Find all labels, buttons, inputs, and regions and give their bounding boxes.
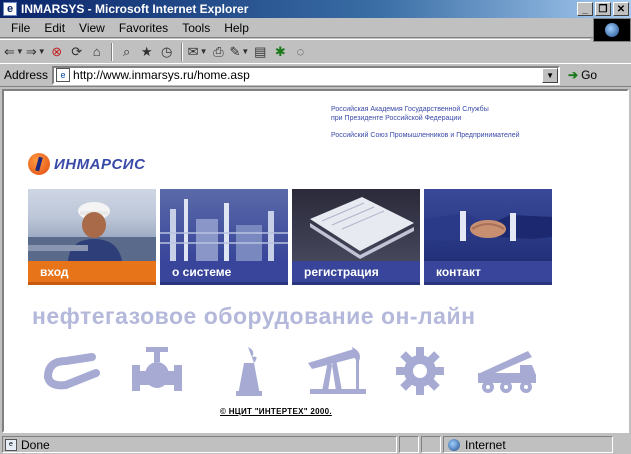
tile-contact[interactable]: контакт bbox=[424, 189, 552, 285]
menu-tools[interactable]: Tools bbox=[175, 21, 217, 35]
history-button[interactable]: ◷ bbox=[158, 42, 176, 62]
org-line-2: при Президенте Российской Федерации bbox=[331, 115, 462, 122]
security-zone: Internet bbox=[443, 436, 613, 453]
menu-file[interactable]: File bbox=[4, 21, 37, 35]
search-button[interactable]: ⌕ bbox=[118, 42, 136, 62]
pumpjack-icon bbox=[308, 347, 366, 394]
print-icon: ⎙ bbox=[213, 43, 224, 59]
site-logo[interactable]: ИНМАРСИС bbox=[28, 153, 145, 175]
home-icon: ⌂ bbox=[92, 44, 101, 59]
speech-bubble-icon: ◌ bbox=[296, 44, 305, 59]
messenger-button[interactable]: ✱ bbox=[271, 42, 289, 62]
forward-icon: ⇒ bbox=[25, 43, 37, 59]
search-icon: ⌕ bbox=[123, 43, 131, 59]
stop-icon: ⊗ bbox=[51, 43, 63, 59]
worker-photo bbox=[28, 189, 156, 261]
standard-toolbar: ⇐ ▼ ⇒ ▼ ⊗ ⟳ ⌂ ⌕ ★ ◷ ✉ ▼ ⎙ ✎ ▼ ▤ ✱ ◌ bbox=[0, 39, 590, 63]
org-line-1: Российская Академия Государственной Служ… bbox=[331, 106, 489, 113]
tile-about[interactable]: о системе bbox=[160, 189, 288, 285]
ie-icon: e bbox=[3, 2, 17, 16]
page-done-icon: e bbox=[5, 438, 17, 451]
menu-edit[interactable]: Edit bbox=[37, 21, 72, 35]
tile-about-label: о системе bbox=[160, 261, 288, 285]
handshake-photo bbox=[424, 189, 552, 261]
address-url[interactable]: http://www.inmarsys.ru/home.asp bbox=[73, 68, 542, 82]
nav-tiles: вход о системе регистрация контакт bbox=[28, 189, 555, 285]
tile-register[interactable]: регистрация bbox=[292, 189, 420, 285]
logo-mark-icon bbox=[28, 153, 50, 175]
toolbar-separator bbox=[110, 42, 113, 61]
mail-icon: ✉ bbox=[187, 43, 199, 59]
windows-logo-icon bbox=[605, 23, 619, 37]
address-bar: Address e http://www.inmarsys.ru/home.as… bbox=[0, 63, 631, 87]
history-icon: ◷ bbox=[160, 43, 173, 59]
tile-login[interactable]: вход bbox=[28, 189, 156, 285]
menu-view[interactable]: View bbox=[72, 21, 112, 35]
flare-stack-icon bbox=[236, 347, 262, 396]
edit-button[interactable]: ✎ ▼ bbox=[229, 42, 249, 62]
menu-favorites[interactable]: Favorites bbox=[112, 21, 175, 35]
window-title: INMARSYS - Microsoft Internet Explorer bbox=[21, 2, 249, 16]
page-icon: e bbox=[56, 68, 71, 82]
mail-button[interactable]: ✉ ▼ bbox=[188, 42, 208, 62]
discuss-icon: ▤ bbox=[254, 43, 267, 59]
status-main: e Done bbox=[2, 436, 397, 453]
status-cell bbox=[421, 436, 441, 453]
logo-text: ИНМАРСИС bbox=[54, 155, 146, 173]
print-button[interactable]: ⎙ bbox=[209, 42, 227, 62]
address-input[interactable]: e http://www.inmarsys.ru/home.asp ▼ bbox=[52, 65, 561, 85]
page-viewport[interactable]: Российская Академия Государственной Служ… bbox=[2, 89, 629, 433]
gear-icon bbox=[396, 347, 444, 395]
toolbar-separator bbox=[180, 42, 183, 61]
valve-icon bbox=[132, 347, 182, 391]
refresh-button[interactable]: ⟳ bbox=[68, 42, 86, 62]
messenger-icon: ✱ bbox=[274, 43, 286, 59]
title-bar: e INMARSYS - Microsoft Internet Explorer… bbox=[0, 0, 631, 18]
minimize-button[interactable]: _ bbox=[577, 2, 593, 16]
related-button[interactable]: ◌ bbox=[291, 42, 309, 62]
tile-register-label: регистрация bbox=[292, 261, 420, 285]
zone-text: Internet bbox=[465, 437, 506, 452]
address-label: Address bbox=[4, 68, 49, 82]
resize-grip[interactable] bbox=[615, 436, 629, 453]
favorites-icon: ★ bbox=[140, 43, 153, 59]
go-button[interactable]: ➔ Go bbox=[568, 68, 597, 82]
address-dropdown-button[interactable]: ▼ bbox=[542, 67, 559, 83]
go-label: Go bbox=[581, 68, 598, 82]
favorites-button[interactable]: ★ bbox=[138, 42, 156, 62]
pipe-bend-icon bbox=[44, 353, 100, 390]
maximize-button[interactable]: ❐ bbox=[595, 2, 611, 16]
status-text: Done bbox=[21, 437, 50, 452]
tile-login-label: вход bbox=[28, 261, 156, 285]
tile-contact-label: контакт bbox=[424, 261, 552, 285]
crane-truck-icon bbox=[478, 351, 536, 393]
refinery-photo bbox=[160, 189, 288, 261]
window-controls: _ ❐ ✕ bbox=[577, 2, 629, 16]
menu-help[interactable]: Help bbox=[217, 21, 256, 35]
internet-zone-icon bbox=[448, 438, 460, 451]
org-line-3: Российский Союз Промышленников и Предпри… bbox=[331, 132, 520, 139]
back-button[interactable]: ⇐ ▼ bbox=[4, 42, 24, 62]
forward-button[interactable]: ⇒ ▼ bbox=[26, 42, 46, 62]
close-button[interactable]: ✕ bbox=[613, 2, 629, 16]
status-bar: e Done Internet bbox=[0, 435, 631, 454]
stop-button[interactable]: ⊗ bbox=[48, 42, 66, 62]
page-slogan: нефтегазовое оборудование он-лайн bbox=[32, 303, 476, 329]
back-icon: ⇐ bbox=[4, 43, 15, 59]
edit-icon: ✎ bbox=[229, 43, 241, 59]
equipment-icons bbox=[40, 347, 560, 397]
discuss-button[interactable]: ▤ bbox=[251, 42, 269, 62]
home-button[interactable]: ⌂ bbox=[88, 42, 106, 62]
refresh-icon: ⟳ bbox=[71, 43, 83, 59]
copyright-link[interactable]: © НЦИТ "ИНТЕРТЕХ" 2000. bbox=[220, 407, 332, 416]
menu-bar: File Edit View Favorites Tools Help bbox=[0, 18, 631, 38]
papers-photo bbox=[292, 189, 420, 261]
go-arrow-icon: ➔ bbox=[568, 68, 579, 82]
browser-throbber bbox=[593, 18, 631, 42]
status-cell bbox=[399, 436, 419, 453]
